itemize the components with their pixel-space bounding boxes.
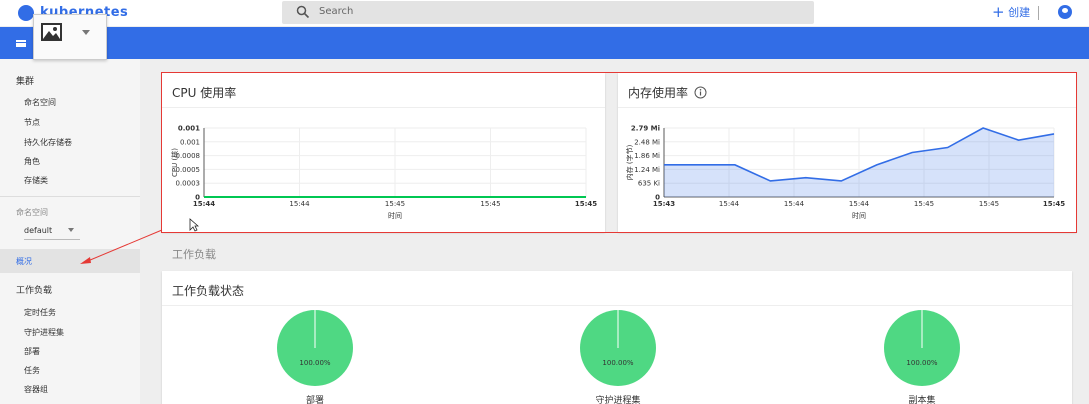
namespace-label: 命名空间	[16, 208, 48, 217]
sidebar-item-cronjobs[interactable]: 定时任务	[24, 307, 56, 318]
search-icon	[296, 5, 310, 19]
y-tick-label: 0.0005	[176, 166, 201, 174]
pie-percent-label: 100.00%	[602, 359, 633, 367]
sidebar-item-nodes[interactable]: 节点	[24, 117, 40, 128]
x-tick-label: 15:44	[193, 200, 215, 208]
top-bar: kubernetes Search + 创建	[0, 0, 1089, 26]
kubernetes-logo-icon[interactable]	[18, 5, 34, 21]
x-tick-label: 15:45	[385, 200, 405, 208]
sidebar-divider	[0, 196, 140, 197]
namespace-underline	[24, 239, 80, 240]
header-divider	[1038, 6, 1039, 20]
pie-percent-label: 100.00%	[906, 359, 937, 367]
search-placeholder: Search	[319, 6, 354, 17]
sidebar-item-persistent-volumes[interactable]: 持久化存储卷	[24, 137, 72, 148]
x-tick-label: 15:44	[289, 200, 310, 208]
sidebar-item-overview[interactable]: 概况	[0, 249, 140, 273]
x-tick-label: 15:43	[653, 200, 675, 208]
sidebar-item-daemonsets[interactable]: 守护进程集	[24, 327, 64, 338]
cpu-chart: 00.00030.00050.00080.0010.00115:44 15:44 1…	[170, 125, 597, 221]
x-tick-label: 15:44	[784, 200, 805, 208]
y-tick-label: 0.001	[178, 125, 200, 133]
y-tick-label: 1.24 Mi	[634, 166, 660, 174]
create-button[interactable]: + 创建	[992, 4, 1030, 20]
x-tick-label: 15:45	[480, 200, 500, 208]
chevron-down-icon	[68, 228, 75, 232]
pie-label-daemonsets: 守护进程集	[595, 396, 641, 404]
x-tick-label: 15:45	[575, 200, 597, 208]
sidebar-item-namespaces[interactable]: 命名空间	[24, 97, 56, 108]
x-tick-label: 15:45	[979, 200, 999, 208]
sidebar-item-roles[interactable]: 角色	[24, 156, 40, 167]
x-tick-label: 15:44	[849, 200, 870, 208]
workload-status-card: 工作负载状态 100.00% 100.00% 100.00% 部署 守护进程集 副本…	[162, 271, 1072, 404]
plus-icon: +	[992, 3, 1005, 21]
sidebar: 集群 命名空间 节点 持久化存储卷 角色 存储类 命名空间 default 概况…	[0, 59, 140, 404]
x-axis-label: 时间	[852, 211, 866, 220]
page-root: kubernetes Search + 创建 集群 命名空间 节点 持久化存储卷…	[0, 0, 1089, 404]
y-tick-label: 635 Ki	[638, 180, 660, 188]
y-tick-label: 0.0008	[176, 152, 201, 160]
workloads-section-title: 工作负载	[172, 248, 216, 261]
pie-label-replicasets: 副本集	[908, 396, 936, 404]
y-tick-label: 1.86 Mi	[634, 152, 660, 160]
pie-percent-label: 100.00%	[299, 359, 330, 367]
sidebar-header-workloads[interactable]: 工作负载	[16, 283, 52, 296]
y-tick-label: 0.001	[180, 138, 200, 146]
x-tick-label: 15:44	[719, 200, 740, 208]
y-tick-label: 2.79 Mi	[631, 125, 660, 133]
namespace-value: default	[24, 226, 53, 235]
sidebar-item-pods[interactable]: 容器组	[24, 384, 48, 395]
account-icon[interactable]	[1058, 5, 1072, 19]
pie-label-deployments: 部署	[305, 396, 324, 404]
memory-usage-card: 内存使用率 0 635 Ki 1.24 Mi 1.86 Mi 2.48 Mi 2.79 M…	[618, 73, 1076, 232]
cpu-usage-card: CPU 使用率 0 0.0003 0.0005 0.0008 0.001 0.001 15:…	[162, 73, 605, 232]
workload-pies: 100.00% 100.00% 100.00%	[277, 310, 960, 386]
y-axis-label: CPU (核)	[170, 148, 179, 177]
toolbar	[0, 27, 1089, 59]
y-tick-label: 0.0003	[176, 180, 201, 188]
y-axis-label: 内存 (字节)	[625, 144, 634, 180]
image-icon	[41, 23, 62, 41]
y-tick-label: 2.48 Mi	[634, 138, 660, 146]
x-axis-label: 时间	[388, 211, 402, 220]
menu-icon[interactable]	[16, 40, 26, 47]
search-input[interactable]: Search	[282, 1, 814, 24]
x-tick-label: 15:45	[1043, 200, 1065, 208]
namespace-select[interactable]: default	[24, 226, 75, 235]
create-label: 创建	[1008, 6, 1031, 19]
sidebar-item-deployments[interactable]: 部署	[24, 346, 40, 357]
sidebar-item-label: 概况	[16, 257, 32, 266]
chevron-down-icon[interactable]	[82, 30, 90, 35]
image-popup[interactable]	[33, 14, 107, 60]
sidebar-item-jobs[interactable]: 任务	[24, 365, 40, 376]
x-tick-label: 15:45	[914, 200, 934, 208]
sidebar-header-cluster[interactable]: 集群	[16, 74, 34, 87]
mouse-cursor-icon	[189, 218, 199, 232]
memory-chart: 0635 Ki1.24 Mi1.86 Mi2.48 Mi2.79 Mi15:43…	[625, 125, 1065, 221]
sidebar-item-storage-classes[interactable]: 存储类	[24, 175, 48, 186]
